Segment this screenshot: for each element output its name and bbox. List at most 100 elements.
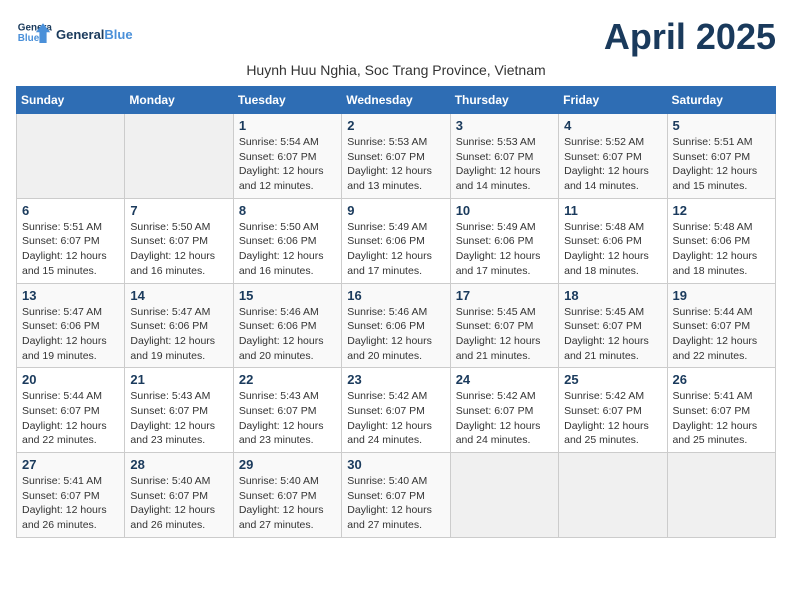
calendar-week-row: 13 Sunrise: 5:47 AM Sunset: 6:06 PM Dayli… (17, 283, 776, 368)
calendar-cell: 10 Sunrise: 5:49 AM Sunset: 6:06 PM Dayli… (450, 198, 558, 283)
day-info: Sunrise: 5:41 AM Sunset: 6:07 PM Dayligh… (673, 389, 770, 448)
calendar-cell: 1 Sunrise: 5:54 AM Sunset: 6:07 PM Daylig… (233, 114, 341, 199)
day-info: Sunrise: 5:51 AM Sunset: 6:07 PM Dayligh… (22, 220, 119, 279)
calendar-cell: 23 Sunrise: 5:42 AM Sunset: 6:07 PM Dayli… (342, 368, 450, 453)
day-info: Sunrise: 5:54 AM Sunset: 6:07 PM Dayligh… (239, 135, 336, 194)
calendar-cell: 28 Sunrise: 5:40 AM Sunset: 6:07 PM Dayli… (125, 453, 233, 538)
logo: General Blue GeneralBlue (16, 16, 133, 52)
day-number: 6 (22, 203, 119, 218)
logo-text: GeneralBlue (56, 27, 133, 42)
day-info: Sunrise: 5:47 AM Sunset: 6:06 PM Dayligh… (130, 305, 227, 364)
calendar-cell: 30 Sunrise: 5:40 AM Sunset: 6:07 PM Dayli… (342, 453, 450, 538)
calendar-cell (17, 114, 125, 199)
calendar-cell: 26 Sunrise: 5:41 AM Sunset: 6:07 PM Dayli… (667, 368, 775, 453)
calendar-table: SundayMondayTuesdayWednesdayThursdayFrid… (16, 86, 776, 538)
calendar-cell: 19 Sunrise: 5:44 AM Sunset: 6:07 PM Dayli… (667, 283, 775, 368)
calendar-cell: 27 Sunrise: 5:41 AM Sunset: 6:07 PM Dayli… (17, 453, 125, 538)
day-header-sunday: Sunday (17, 87, 125, 114)
calendar-week-row: 6 Sunrise: 5:51 AM Sunset: 6:07 PM Daylig… (17, 198, 776, 283)
day-number: 20 (22, 372, 119, 387)
logo-icon: General Blue (16, 16, 52, 52)
day-info: Sunrise: 5:48 AM Sunset: 6:06 PM Dayligh… (673, 220, 770, 279)
calendar-cell: 22 Sunrise: 5:43 AM Sunset: 6:07 PM Dayli… (233, 368, 341, 453)
day-number: 19 (673, 288, 770, 303)
day-info: Sunrise: 5:50 AM Sunset: 6:07 PM Dayligh… (130, 220, 227, 279)
day-info: Sunrise: 5:46 AM Sunset: 6:06 PM Dayligh… (239, 305, 336, 364)
day-number: 10 (456, 203, 553, 218)
day-info: Sunrise: 5:47 AM Sunset: 6:06 PM Dayligh… (22, 305, 119, 364)
month-title: April 2025 (604, 16, 776, 58)
calendar-cell: 16Sunrise: 5:46 AM Sunset: 6:06 PM Dayli… (342, 283, 450, 368)
calendar-cell: 13 Sunrise: 5:47 AM Sunset: 6:06 PM Dayli… (17, 283, 125, 368)
day-number: 13 (22, 288, 119, 303)
calendar-cell (450, 453, 558, 538)
day-number: 16 (347, 288, 444, 303)
day-info: Sunrise: 5:43 AM Sunset: 6:07 PM Dayligh… (239, 389, 336, 448)
day-number: 12 (673, 203, 770, 218)
day-info: Sunrise: 5:45 AM Sunset: 6:07 PM Dayligh… (456, 305, 553, 364)
day-number: 23 (347, 372, 444, 387)
day-info: Sunrise: 5:45 AM Sunset: 6:07 PM Dayligh… (564, 305, 661, 364)
day-number: 1 (239, 118, 336, 133)
calendar-cell: 15 Sunrise: 5:46 AM Sunset: 6:06 PM Dayli… (233, 283, 341, 368)
calendar-cell: 8 Sunrise: 5:50 AM Sunset: 6:06 PM Daylig… (233, 198, 341, 283)
day-number: 11 (564, 203, 661, 218)
calendar-cell: 4 Sunrise: 5:52 AM Sunset: 6:07 PM Daylig… (559, 114, 667, 199)
day-number: 3 (456, 118, 553, 133)
day-info: Sunrise: 5:43 AM Sunset: 6:07 PM Dayligh… (130, 389, 227, 448)
calendar-cell: 5 Sunrise: 5:51 AM Sunset: 6:07 PM Daylig… (667, 114, 775, 199)
calendar-header-row: SundayMondayTuesdayWednesdayThursdayFrid… (17, 87, 776, 114)
day-number: 4 (564, 118, 661, 133)
day-info: Sunrise: 5:52 AM Sunset: 6:07 PM Dayligh… (564, 135, 661, 194)
day-info: Sunrise: 5:51 AM Sunset: 6:07 PM Dayligh… (673, 135, 770, 194)
day-info: Sunrise: 5:42 AM Sunset: 6:07 PM Dayligh… (564, 389, 661, 448)
day-info: Sunrise: 5:42 AM Sunset: 6:07 PM Dayligh… (456, 389, 553, 448)
day-number: 26 (673, 372, 770, 387)
calendar-cell: 29 Sunrise: 5:40 AM Sunset: 6:07 PM Dayli… (233, 453, 341, 538)
day-info: Sunrise: 5:50 AM Sunset: 6:06 PM Dayligh… (239, 220, 336, 279)
day-info: Sunrise: 5:40 AM Sunset: 6:07 PM Dayligh… (130, 474, 227, 533)
day-info: Sunrise: 5:49 AM Sunset: 6:06 PM Dayligh… (456, 220, 553, 279)
day-number: 29 (239, 457, 336, 472)
day-number: 8 (239, 203, 336, 218)
day-header-wednesday: Wednesday (342, 87, 450, 114)
calendar-week-row: 27 Sunrise: 5:41 AM Sunset: 6:07 PM Dayli… (17, 453, 776, 538)
day-number: 17 (456, 288, 553, 303)
day-number: 30 (347, 457, 444, 472)
day-info: Sunrise: 5:40 AM Sunset: 6:07 PM Dayligh… (239, 474, 336, 533)
calendar-cell: 9 Sunrise: 5:49 AM Sunset: 6:06 PM Daylig… (342, 198, 450, 283)
day-number: 5 (673, 118, 770, 133)
day-info: Sunrise: 5:44 AM Sunset: 6:07 PM Dayligh… (673, 305, 770, 364)
calendar-cell (667, 453, 775, 538)
day-number: 14 (130, 288, 227, 303)
day-number: 28 (130, 457, 227, 472)
calendar-cell: 18 Sunrise: 5:45 AM Sunset: 6:07 PM Dayli… (559, 283, 667, 368)
day-info: Sunrise: 5:44 AM Sunset: 6:07 PM Dayligh… (22, 389, 119, 448)
calendar-cell: 21 Sunrise: 5:43 AM Sunset: 6:07 PM Dayli… (125, 368, 233, 453)
day-number: 21 (130, 372, 227, 387)
day-info: Sunrise: 5:40 AM Sunset: 6:07 PM Dayligh… (347, 474, 444, 533)
day-number: 18 (564, 288, 661, 303)
calendar-cell: 12 Sunrise: 5:48 AM Sunset: 6:06 PM Dayli… (667, 198, 775, 283)
calendar-cell: 7 Sunrise: 5:50 AM Sunset: 6:07 PM Daylig… (125, 198, 233, 283)
day-info: Sunrise: 5:53 AM Sunset: 6:07 PM Dayligh… (347, 135, 444, 194)
day-number: 24 (456, 372, 553, 387)
day-header-friday: Friday (559, 87, 667, 114)
day-number: 7 (130, 203, 227, 218)
calendar-week-row: 1 Sunrise: 5:54 AM Sunset: 6:07 PM Daylig… (17, 114, 776, 199)
day-number: 25 (564, 372, 661, 387)
day-info: Sunrise: 5:49 AM Sunset: 6:06 PM Dayligh… (347, 220, 444, 279)
day-number: 22 (239, 372, 336, 387)
calendar-cell (125, 114, 233, 199)
day-info: Sunrise: 5:42 AM Sunset: 6:07 PM Dayligh… (347, 389, 444, 448)
day-info: Sunrise: 5:41 AM Sunset: 6:07 PM Dayligh… (22, 474, 119, 533)
calendar-cell: 17 Sunrise: 5:45 AM Sunset: 6:07 PM Dayli… (450, 283, 558, 368)
day-number: 27 (22, 457, 119, 472)
day-number: 15 (239, 288, 336, 303)
calendar-week-row: 20 Sunrise: 5:44 AM Sunset: 6:07 PM Dayli… (17, 368, 776, 453)
day-header-saturday: Saturday (667, 87, 775, 114)
day-number: 9 (347, 203, 444, 218)
day-info: Sunrise: 5:53 AM Sunset: 6:07 PM Dayligh… (456, 135, 553, 194)
svg-text:Blue: Blue (18, 33, 40, 44)
calendar-cell: 14 Sunrise: 5:47 AM Sunset: 6:06 PM Dayli… (125, 283, 233, 368)
